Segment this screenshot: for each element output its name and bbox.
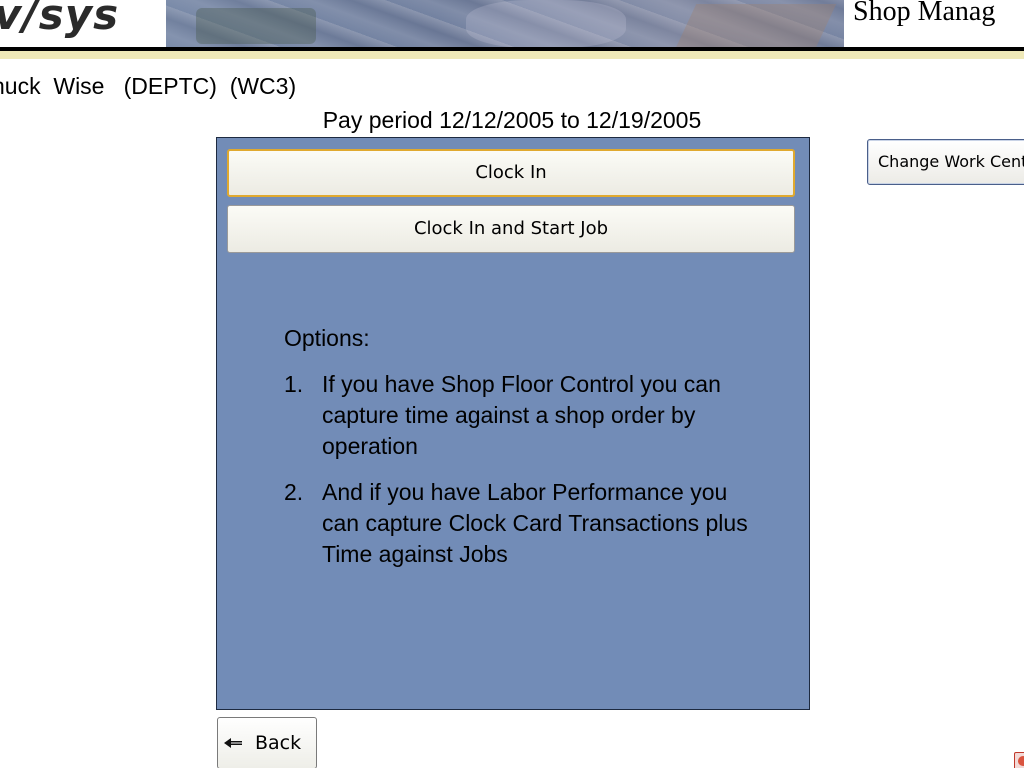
back-button[interactable]: Back xyxy=(217,717,317,768)
options-callout: Options: 1. If you have Shop Floor Contr… xyxy=(284,323,754,585)
banner-image-detail xyxy=(466,0,626,48)
back-label: Back xyxy=(255,732,302,754)
option-text: And if you have Labor Performance you ca… xyxy=(322,479,748,567)
clock-in-start-job-button[interactable]: Clock In and Start Job xyxy=(227,205,795,253)
options-title: Options: xyxy=(284,325,370,351)
pay-period: Pay period 12/12/2005 to 12/19/2005 xyxy=(0,107,1024,134)
clock-panel: Clock In Clock In and Start Job Options:… xyxy=(216,137,810,710)
change-work-center-button[interactable]: Change Work Cente xyxy=(867,139,1024,185)
close-icon[interactable] xyxy=(1014,752,1024,768)
header-divider-accent xyxy=(0,51,1024,59)
employee-info: huck Wise (DEPTC) (WC3) xyxy=(0,73,297,99)
page: v/sys Shop Manag huck Wise (DEPTC) (WC3)… xyxy=(0,0,1024,768)
logo: v/sys xyxy=(0,0,166,48)
banner-image-detail xyxy=(196,8,316,44)
back-arrow-icon xyxy=(224,738,242,748)
option-number: 1. xyxy=(284,371,304,397)
logo-text: v/sys xyxy=(0,0,120,39)
header-banner: v/sys Shop Manag xyxy=(0,0,1024,48)
banner-image-detail xyxy=(675,4,837,48)
option-number: 2. xyxy=(284,479,304,505)
option-item: 2. And if you have Labor Performance you… xyxy=(284,477,754,570)
pay-period-text: Pay period 12/12/2005 to 12/19/2005 xyxy=(322,107,702,133)
banner-image xyxy=(166,0,844,48)
app-title: Shop Manag xyxy=(853,0,996,27)
clock-in-button[interactable]: Clock In xyxy=(227,149,795,197)
option-text: If you have Shop Floor Control you can c… xyxy=(322,371,721,459)
option-item: 1. If you have Shop Floor Control you ca… xyxy=(284,369,754,462)
banner-title-area: Shop Manag xyxy=(844,0,1024,48)
